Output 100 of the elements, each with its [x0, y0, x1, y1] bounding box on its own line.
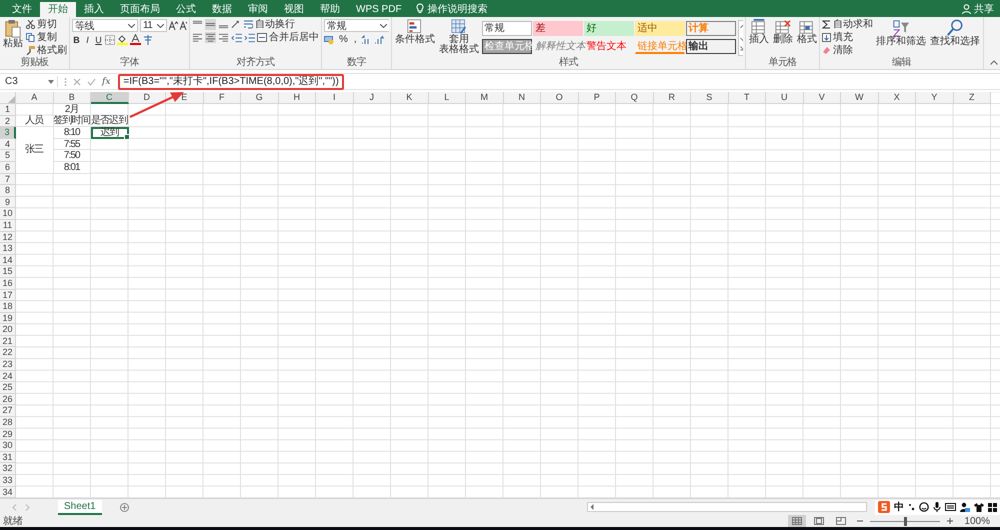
cell-value[interactable]: 签到时间	[54, 116, 91, 128]
align-lines-icon[interactable]	[205, 19, 216, 30]
font-style-button[interactable]: U	[94, 34, 103, 44]
row-header[interactable]: 16	[0, 278, 16, 290]
zoom-out-icon[interactable]	[857, 518, 864, 524]
font-color-icon[interactable]	[130, 34, 141, 45]
row-header[interactable]: 10	[0, 208, 16, 220]
row-header[interactable]: 32	[0, 463, 16, 475]
column-header[interactable]: D	[128, 92, 166, 104]
orientation-icon[interactable]	[231, 20, 242, 30]
cell-style-option[interactable]: 输出	[686, 39, 736, 54]
editing-button[interactable]: 清除	[822, 45, 873, 56]
sort-filter-button[interactable]: 排序和筛选	[875, 19, 927, 47]
normal-view-icon[interactable]	[788, 515, 806, 528]
font-size-dropdown[interactable]: 11	[140, 19, 167, 32]
cell-style-option[interactable]: 警告文本	[584, 39, 634, 54]
row-header[interactable]: 3	[0, 127, 16, 139]
ribbon-tab[interactable]: WPS PDF	[348, 2, 410, 17]
number-format-dropdown[interactable]: 常规	[324, 19, 389, 32]
row-header[interactable]: 1	[0, 104, 16, 116]
column-header[interactable]: G	[241, 92, 278, 104]
column-header[interactable]: Q	[616, 92, 654, 104]
row-header[interactable]: 30	[0, 440, 16, 452]
border-icon[interactable]	[105, 34, 115, 44]
row-header[interactable]: 24	[0, 370, 16, 382]
row-header[interactable]: 17	[0, 290, 16, 302]
ribbon-tab[interactable]: 页面布局	[112, 2, 168, 17]
align-text-icon[interactable]	[218, 32, 229, 43]
row-header[interactable]: 9	[0, 196, 16, 208]
column-header[interactable]: L	[428, 92, 466, 104]
row-header[interactable]: 31	[0, 452, 16, 464]
share-button[interactable]: 共享	[974, 2, 994, 17]
font-style-button[interactable]: B	[72, 34, 81, 44]
cell-style-option[interactable]: 常规	[482, 21, 532, 36]
ribbon-tab[interactable]: 开始	[40, 2, 76, 17]
row-header[interactable]: 11	[0, 220, 16, 232]
row-header[interactable]: 8	[0, 185, 16, 197]
currency-icon[interactable]	[324, 34, 335, 44]
increase-indent-icon[interactable]	[244, 32, 255, 42]
column-header[interactable]: J	[354, 92, 391, 104]
row-header[interactable]: 13	[0, 243, 16, 255]
cell-value[interactable]: 人员	[16, 116, 54, 128]
editing-button[interactable]: 填充	[822, 32, 873, 43]
ribbon-tab[interactable]: 文件	[4, 2, 40, 17]
collapse-ribbon-icon[interactable]	[990, 60, 998, 65]
row-header[interactable]: 26	[0, 394, 16, 406]
row-header[interactable]: 15	[0, 266, 16, 278]
cell-value[interactable]: 是否迟到	[91, 116, 128, 128]
column-header[interactable]: M	[466, 92, 504, 104]
column-header[interactable]: B	[54, 92, 91, 104]
clipboard-button[interactable]: 格式刷	[26, 45, 67, 56]
cell-style-option[interactable]: 差	[533, 21, 583, 36]
zoom-level[interactable]: 100%	[964, 516, 990, 527]
row-header[interactable]: 34	[0, 486, 16, 498]
add-sheet-icon[interactable]	[120, 502, 129, 512]
column-header[interactable]: N	[504, 92, 541, 104]
table-format-button[interactable]: 套用 表格格式	[438, 19, 480, 55]
column-header[interactable]: U	[766, 92, 804, 104]
grow-font-icon[interactable]	[169, 21, 178, 30]
ribbon-tab[interactable]: 视图	[276, 2, 312, 17]
zoom-in-icon[interactable]	[947, 518, 954, 524]
horizontal-scrollbar[interactable]	[587, 502, 867, 512]
row-header[interactable]: 7	[0, 174, 16, 186]
font-dropdown[interactable]: 等线	[72, 19, 138, 32]
row-header[interactable]: 33	[0, 475, 16, 487]
cell-style-option[interactable]: 好	[584, 21, 634, 36]
drag-handle-icon[interactable]	[64, 76, 67, 86]
row-header[interactable]: 23	[0, 359, 16, 371]
font-style-button[interactable]: I	[83, 34, 92, 44]
clipboard-button[interactable]: 复制	[26, 32, 67, 43]
column-header[interactable]: O	[541, 92, 578, 104]
search-field[interactable]: 操作说明搜索	[428, 2, 488, 17]
editing-button[interactable]: 自动求和	[822, 19, 873, 30]
decrease-indent-icon[interactable]	[231, 32, 242, 42]
row-header[interactable]: 21	[0, 336, 16, 348]
selected-cell[interactable]: 迟到	[91, 127, 128, 139]
column-header[interactable]: K	[391, 92, 428, 104]
insert-function-button[interactable]: fx	[102, 76, 110, 86]
column-header[interactable]: F	[204, 92, 241, 104]
column-header[interactable]: R	[654, 92, 691, 104]
sheet-tab[interactable]: Sheet1	[58, 500, 102, 515]
formula-field[interactable]: =IF(B3="","未打卡",IF(B3>TIME(8,0,0),"迟到",""))	[123, 76, 339, 88]
row-header[interactable]: 12	[0, 232, 16, 244]
decrease-decimal-icon[interactable]	[374, 34, 385, 44]
format-cells-button[interactable]: 格式	[796, 19, 817, 45]
column-header[interactable]: Y	[916, 92, 954, 104]
cell-value[interactable]: 张三	[16, 127, 54, 174]
row-header[interactable]: 22	[0, 347, 16, 360]
ribbon-tab[interactable]: 公式	[168, 2, 204, 17]
row-header[interactable]: 29	[0, 428, 16, 440]
row-header[interactable]: 18	[0, 301, 16, 313]
paste-button[interactable]: 粘贴	[2, 19, 24, 49]
ribbon-tab[interactable]: 数据	[204, 2, 240, 17]
ribbon-tab[interactable]: 插入	[76, 2, 112, 17]
row-header[interactable]: 28	[0, 417, 16, 429]
column-header[interactable]: Z	[954, 92, 991, 104]
fill-color-icon[interactable]	[117, 34, 128, 45]
row-header[interactable]: 25	[0, 382, 16, 394]
ribbon-tab[interactable]: 帮助	[312, 2, 348, 17]
cell-value[interactable]: 8:10	[54, 127, 91, 139]
